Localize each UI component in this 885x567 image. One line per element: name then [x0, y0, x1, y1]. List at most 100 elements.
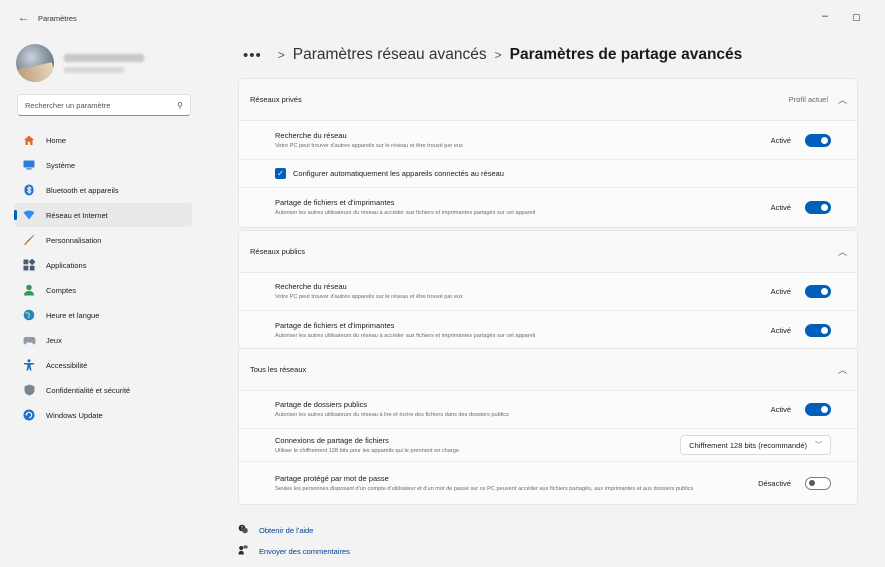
section-title: Réseaux privés	[250, 95, 302, 104]
maximize-icon[interactable]: ▢	[852, 12, 861, 23]
setting-row-public-discovery: Recherche du réseau Votre PC peut trouve…	[239, 273, 857, 311]
sidebar-item-label: Système	[46, 160, 76, 170]
setting-row-private-discovery: Recherche du réseau Votre PC peut trouve…	[239, 121, 857, 160]
password-protected-toggle[interactable]	[805, 476, 831, 490]
section-header[interactable]: Tous les réseaux ︿	[239, 349, 857, 391]
setting-description: Votre PC peut trouver d'autres appareils…	[275, 294, 463, 300]
link-text[interactable]: Obtenir de l'aide	[259, 526, 313, 535]
setting-label: Partage de fichiers et d'imprimantes	[275, 320, 395, 330]
section-header[interactable]: Réseaux privés Profil actuel ︿	[239, 79, 857, 121]
search-box[interactable]: ⚲	[17, 94, 191, 116]
user-profile[interactable]	[16, 44, 144, 82]
search-icon[interactable]: ⚲	[177, 101, 183, 110]
setting-label: Recherche du réseau	[275, 282, 347, 291]
feedback-icon	[238, 545, 248, 557]
sidebar-item-personalization[interactable]: Personnalisation	[14, 228, 192, 252]
chevron-right-icon: >	[494, 48, 502, 62]
breadcrumb-parent[interactable]: Paramètres réseau avancés	[293, 46, 487, 64]
accessibility-icon	[22, 358, 36, 372]
chevron-up-icon[interactable]: ︿	[838, 363, 847, 376]
sidebar-item-system[interactable]: Système	[14, 153, 192, 177]
network-icon	[22, 208, 36, 222]
section-private-networks: Réseaux privés Profil actuel ︿ Recherche…	[238, 78, 858, 228]
sidebar-item-label: Comptes	[46, 285, 77, 295]
help-icon: ?	[238, 524, 248, 536]
sidebar-item-label: Heure et langue	[46, 310, 100, 320]
send-feedback-link[interactable]: Envoyer des commentaires	[238, 545, 350, 557]
public-discovery-toggle[interactable]	[805, 285, 831, 298]
shield-icon	[22, 383, 36, 397]
sidebar-nav: Home Système Bluetooth et appareils Rése…	[14, 128, 192, 428]
auto-config-checkbox[interactable]: ✓	[275, 168, 286, 179]
avatar[interactable]	[16, 44, 54, 82]
sidebar-item-privacy-security[interactable]: Confidentialité et sécurité	[14, 378, 192, 402]
checkbox-label: Configurer automatiquement les appareils…	[293, 169, 504, 178]
setting-description: Seules les personnes disposant d'un comp…	[275, 485, 694, 492]
sidebar-item-label: Bluetooth et appareils	[46, 185, 119, 195]
breadcrumb-overflow-icon[interactable]: •••	[243, 47, 262, 64]
section-header[interactable]: Réseaux publics ︿	[239, 231, 857, 273]
home-icon	[22, 133, 36, 147]
section-title: Tous les réseaux	[250, 365, 307, 374]
setting-label: Recherche du réseau	[275, 130, 347, 140]
toggle-state-label: Activé	[770, 325, 791, 335]
sidebar-item-label: Accessibilité	[46, 360, 88, 370]
setting-label: Partage de dossiers publics	[275, 400, 368, 409]
account-icon	[22, 283, 36, 297]
sidebar-item-home[interactable]: Home	[14, 128, 192, 152]
search-input[interactable]	[25, 100, 178, 110]
setting-row-password-protected: Partage protégé par mot de passe Seules …	[239, 462, 857, 504]
public-folders-toggle[interactable]	[805, 403, 831, 416]
private-file-sharing-toggle[interactable]	[805, 201, 831, 214]
private-discovery-toggle[interactable]	[805, 133, 831, 147]
globe-icon	[22, 308, 36, 322]
sidebar-item-bluetooth[interactable]: Bluetooth et appareils	[14, 178, 192, 202]
setting-label: Connexions de partage de fichiers	[275, 435, 389, 445]
toggle-state-label: Désactivé	[758, 478, 791, 488]
setting-description: Autoriser les autres utilisateurs du rés…	[275, 412, 509, 418]
sidebar-item-accessibility[interactable]: Accessibilité	[14, 353, 192, 377]
sidebar-item-label: Windows Update	[46, 410, 103, 420]
toggle-state-label: Activé	[770, 287, 791, 296]
sidebar-item-network[interactable]: Réseau et Internet	[14, 203, 192, 227]
sidebar-item-accounts[interactable]: Comptes	[14, 278, 192, 302]
footer-links: ? Obtenir de l'aide Envoyer des commenta…	[238, 524, 350, 566]
section-public-networks: Réseaux publics ︿ Recherche du réseau Vo…	[238, 230, 858, 350]
setting-description: Utiliser le chiffrement 128 bits pour le…	[275, 447, 459, 454]
get-help-link[interactable]: ? Obtenir de l'aide	[238, 524, 350, 536]
toggle-state-label: Activé	[770, 135, 791, 145]
link-text[interactable]: Envoyer des commentaires	[259, 547, 350, 556]
sidebar-item-label: Confidentialité et sécurité	[46, 385, 131, 395]
sidebar-item-games[interactable]: Jeux	[14, 328, 192, 352]
public-file-sharing-toggle[interactable]	[805, 323, 831, 337]
update-icon	[22, 408, 36, 422]
system-icon	[22, 158, 36, 172]
bluetooth-icon	[22, 183, 36, 197]
page-title: Paramètres de partage avancés	[509, 46, 743, 63]
setting-description: Votre PC peut trouver d'autres appareils…	[275, 142, 463, 149]
toggle-state-label: Activé	[770, 405, 791, 414]
sidebar-item-windows-update[interactable]: Windows Update	[14, 403, 192, 427]
sidebar-item-label: Jeux	[46, 335, 62, 345]
back-arrow-icon[interactable]: ←	[18, 12, 29, 24]
section-all-networks: Tous les réseaux ︿ Partage de dossiers p…	[238, 348, 858, 505]
sidebar-item-label: Applications	[46, 260, 87, 270]
chevron-up-icon[interactable]: ︿	[838, 93, 847, 106]
dropdown-selected-value: Chiffrement 128 bits (recommandé)	[689, 440, 807, 450]
sidebar-item-applications[interactable]: Applications	[14, 253, 192, 277]
section-title: Réseaux publics	[250, 247, 306, 256]
breadcrumb: ••• > Paramètres réseau avancés > Paramè…	[243, 44, 742, 66]
title-bar: ← Paramètres – ▢	[0, 0, 885, 36]
minimize-icon[interactable]: –	[822, 10, 828, 22]
brush-icon	[22, 233, 36, 247]
toggle-state-label: Activé	[770, 203, 791, 212]
setting-row-auto-config: ✓ Configurer automatiquement les apparei…	[239, 160, 857, 188]
setting-label: Partage de fichiers et d'imprimantes	[275, 198, 395, 207]
setting-description: Autoriser les autres utilisateurs du rés…	[275, 332, 536, 339]
sidebar-item-label: Réseau et Internet	[46, 210, 108, 220]
encryption-dropdown[interactable]: Chiffrement 128 bits (recommandé) ﹀	[680, 435, 831, 455]
setting-description: Autoriser les autres utilisateurs du rés…	[275, 210, 536, 216]
sidebar-item-time-language[interactable]: Heure et langue	[14, 303, 192, 327]
chevron-right-icon: >	[277, 48, 285, 62]
chevron-up-icon[interactable]: ︿	[838, 245, 847, 258]
